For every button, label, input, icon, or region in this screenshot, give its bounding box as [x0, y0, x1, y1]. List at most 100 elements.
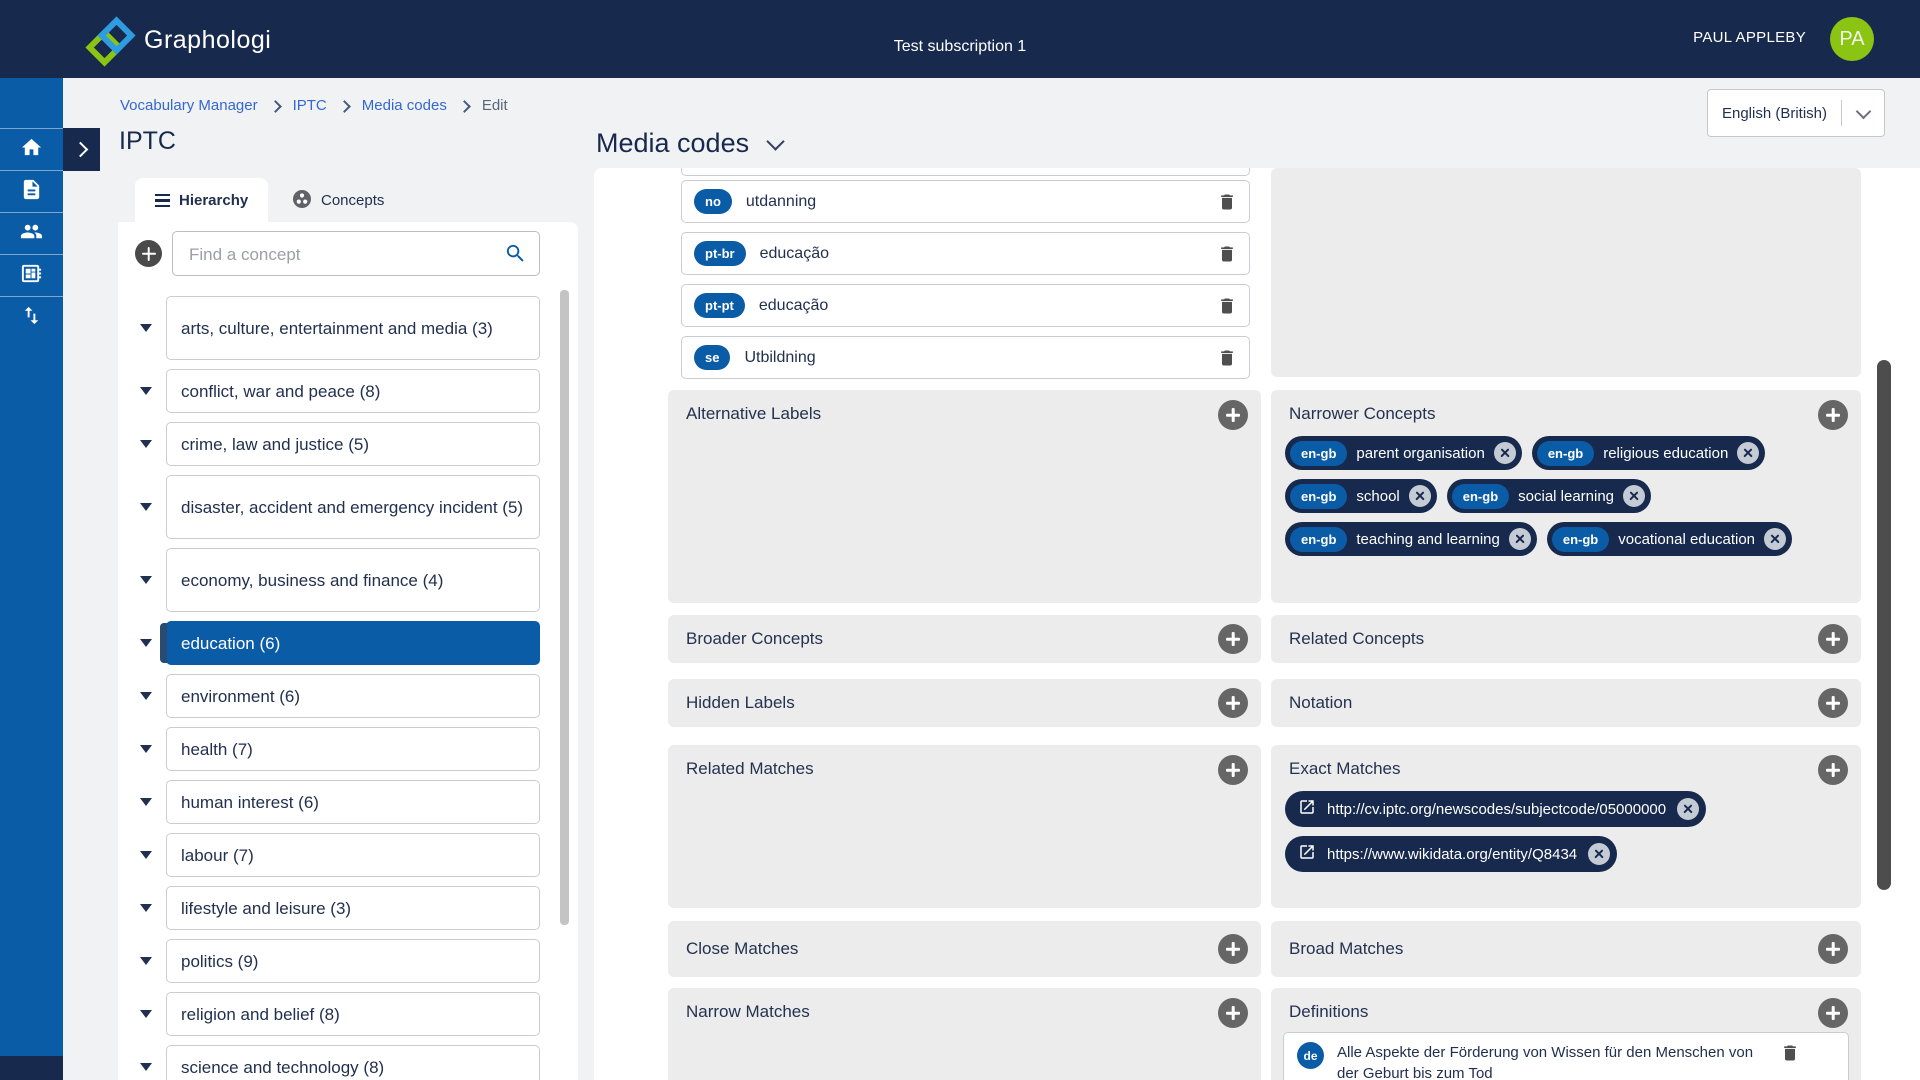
expand-caret-icon[interactable] — [140, 851, 152, 859]
sidebar-expand-button[interactable] — [63, 128, 100, 171]
breadcrumb-iptc[interactable]: IPTC — [293, 97, 327, 114]
sidebar-item-home[interactable] — [0, 128, 63, 170]
subscription-title: Test subscription 1 — [894, 38, 1027, 56]
concept-scheme-header: Media codes — [596, 128, 782, 159]
remove-icon[interactable] — [1494, 442, 1516, 464]
tree-item-arts[interactable]: arts, culture, entertainment and media (… — [166, 296, 540, 360]
remove-icon[interactable] — [1588, 843, 1610, 865]
add-related-concept-button[interactable] — [1818, 624, 1848, 654]
concept-chip[interactable]: en-gb parent organisation — [1285, 436, 1522, 470]
expand-caret-icon[interactable] — [140, 639, 152, 647]
expand-caret-icon[interactable] — [140, 904, 152, 912]
expand-caret-icon[interactable] — [140, 503, 152, 511]
add-related-match-button[interactable] — [1218, 755, 1248, 785]
concept-chip[interactable]: en-gb religious education — [1532, 436, 1765, 470]
remove-icon[interactable] — [1509, 528, 1531, 550]
remove-icon[interactable] — [1677, 798, 1699, 820]
hierarchy-icon — [155, 194, 170, 208]
tree-item-disaster[interactable]: disaster, accident and emergency inciden… — [166, 475, 540, 539]
remove-icon[interactable] — [1764, 528, 1786, 550]
delete-label-button[interactable] — [1217, 191, 1237, 213]
expand-caret-icon[interactable] — [140, 1010, 152, 1018]
section-title: Alternative Labels — [686, 404, 821, 424]
language-value: English (British) — [1708, 105, 1841, 122]
add-close-match-button[interactable] — [1218, 934, 1248, 964]
add-exact-match-button[interactable] — [1818, 755, 1848, 785]
add-alternative-label-button[interactable] — [1218, 400, 1248, 430]
concept-chip[interactable]: en-gb teaching and learning — [1285, 522, 1537, 556]
chevron-down-icon — [1855, 103, 1871, 119]
expand-caret-icon[interactable] — [140, 387, 152, 395]
match-link-chip[interactable]: https://www.wikidata.org/entity/Q8434 — [1285, 836, 1617, 872]
label-row-partial — [681, 168, 1250, 176]
delete-label-button[interactable] — [1217, 295, 1237, 317]
tab-hierarchy[interactable]: Hierarchy — [135, 178, 268, 223]
concept-search — [172, 231, 540, 276]
expand-caret-icon[interactable] — [140, 440, 152, 448]
label-row: se Utbildning — [681, 336, 1250, 379]
home-icon — [20, 136, 43, 164]
section-hidden-labels: Hidden Labels — [668, 679, 1261, 727]
concept-editor-panel: no utdanning pt-br educação pt-pt educaç… — [594, 168, 1920, 1080]
concept-chip[interactable]: en-gb social learning — [1447, 479, 1651, 513]
tree-item-labour[interactable]: labour (7) — [166, 833, 540, 877]
language-badge: en-gb — [1537, 441, 1594, 466]
tree-item-crime[interactable]: crime, law and justice (5) — [166, 422, 540, 466]
tree-row: human interest (6) — [140, 780, 540, 824]
breadcrumb-edit: Edit — [482, 97, 508, 114]
remove-icon[interactable] — [1409, 485, 1431, 507]
app-logo[interactable]: Graphologi — [88, 19, 271, 61]
search-input[interactable] — [187, 232, 491, 277]
user-name: PAUL APPLEBY — [1693, 29, 1806, 46]
tree-item-economy[interactable]: economy, business and finance (4) — [166, 548, 540, 612]
delete-label-button[interactable] — [1217, 243, 1237, 265]
breadcrumb-media-codes[interactable]: Media codes — [362, 97, 447, 114]
match-link-chip[interactable]: http://cv.iptc.org/newscodes/subjectcode… — [1285, 791, 1706, 827]
sidebar-item-modules[interactable] — [0, 254, 63, 296]
tab-concepts[interactable]: Concepts — [292, 178, 384, 223]
editor-scrollbar[interactable] — [1877, 360, 1891, 890]
tree-scrollbar[interactable] — [560, 290, 569, 925]
add-notation-button[interactable] — [1818, 688, 1848, 718]
concept-chip[interactable]: en-gb school — [1285, 479, 1437, 513]
expand-caret-icon[interactable] — [140, 1063, 152, 1071]
add-narrower-concept-button[interactable] — [1818, 400, 1848, 430]
tree-item-conflict[interactable]: conflict, war and peace (8) — [166, 369, 540, 413]
add-hidden-label-button[interactable] — [1218, 688, 1248, 718]
expand-caret-icon[interactable] — [140, 957, 152, 965]
chevron-down-icon[interactable] — [766, 132, 784, 150]
language-selector[interactable]: English (British) — [1707, 89, 1885, 137]
add-concept-button[interactable] — [135, 240, 162, 267]
breadcrumb-vocabulary-manager[interactable]: Vocabulary Manager — [120, 97, 258, 114]
delete-definition-button[interactable] — [1780, 1042, 1800, 1064]
sidebar-item-users[interactable] — [0, 212, 63, 254]
remove-icon[interactable] — [1623, 485, 1645, 507]
add-broad-match-button[interactable] — [1818, 934, 1848, 964]
tree-item-health[interactable]: health (7) — [166, 727, 540, 771]
concept-chip[interactable]: en-gb vocational education — [1547, 522, 1792, 556]
tree-item-human-interest[interactable]: human interest (6) — [166, 780, 540, 824]
delete-label-button[interactable] — [1217, 347, 1237, 369]
add-broader-concept-button[interactable] — [1218, 624, 1248, 654]
remove-icon[interactable] — [1737, 442, 1759, 464]
expand-caret-icon[interactable] — [140, 745, 152, 753]
tree-item-lifestyle[interactable]: lifestyle and leisure (3) — [166, 886, 540, 930]
expand-caret-icon[interactable] — [140, 798, 152, 806]
section-definitions: Definitions de Alle Aspekte der Förderun… — [1271, 988, 1861, 1080]
tree-item-science[interactable]: science and technology (8) — [166, 1045, 540, 1080]
document-icon — [20, 178, 43, 206]
add-definition-button[interactable] — [1818, 998, 1848, 1028]
expand-caret-icon[interactable] — [140, 692, 152, 700]
sidebar-item-documents[interactable] — [0, 170, 63, 212]
add-narrow-match-button[interactable] — [1218, 998, 1248, 1028]
tree-item-education-selected[interactable]: education (6) — [166, 621, 540, 665]
sidebar-item-import-export[interactable] — [0, 296, 63, 338]
tree-item-environment[interactable]: environment (6) — [166, 674, 540, 718]
expand-caret-icon[interactable] — [140, 324, 152, 332]
language-badge: se — [694, 345, 730, 370]
avatar[interactable]: PA — [1830, 17, 1874, 61]
expand-caret-icon[interactable] — [140, 576, 152, 584]
tree-item-religion[interactable]: religion and belief (8) — [166, 992, 540, 1036]
tree-item-politics[interactable]: politics (9) — [166, 939, 540, 983]
section-narrower-concepts: Narrower Concepts en-gb parent organisat… — [1271, 390, 1861, 603]
